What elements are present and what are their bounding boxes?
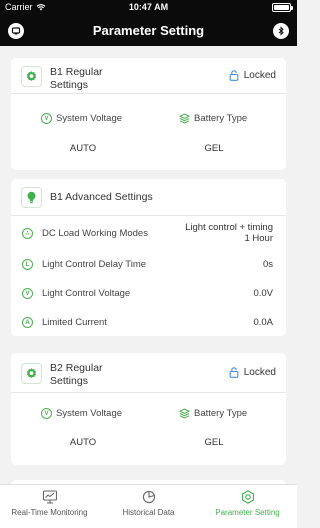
- row-label: Limited Current: [42, 317, 107, 328]
- row-value: 0s: [262, 259, 273, 270]
- gear-icon: [21, 66, 42, 87]
- setting-row[interactable]: ∴ DC Load Working Modes Light control + …: [11, 222, 286, 245]
- current-icon: A: [22, 317, 33, 328]
- battery-icon: [272, 3, 293, 12]
- header: Carrier 10:47 AM Parameter Setting: [0, 0, 297, 46]
- tab-real-time-monitoring[interactable]: Real-Time Monitoring: [0, 490, 99, 517]
- tab-parameter-setting[interactable]: Parameter Setting: [198, 490, 297, 517]
- voltage-icon: V: [41, 113, 52, 124]
- delay-icon: L: [22, 259, 33, 270]
- battery-type-value[interactable]: GEL: [154, 143, 274, 154]
- page-title: Parameter Setting: [92, 23, 205, 38]
- bulb-icon: [21, 187, 42, 208]
- tab-bar: Real-Time Monitoring Historical Data Par…: [0, 484, 297, 528]
- lock-status[interactable]: Locked: [229, 367, 276, 378]
- row-label: Light Control Voltage: [42, 288, 131, 299]
- settings-icon: [241, 490, 254, 504]
- tab-label: Real-Time Monitoring: [11, 508, 88, 517]
- battery-layers-icon: [179, 408, 190, 419]
- b2-regular-card: B2 Regular Settings Locked V System Volt…: [11, 353, 286, 465]
- row-label: Light Control Delay Time: [42, 259, 147, 270]
- bluetooth-icon[interactable]: [273, 23, 289, 39]
- b2-regular-header[interactable]: B2 Regular Settings Locked: [11, 353, 286, 393]
- battery-type-label: Battery Type: [179, 408, 247, 419]
- setting-row[interactable]: L Light Control Delay Time 0s: [11, 256, 286, 276]
- lock-label: Locked: [243, 367, 276, 378]
- lock-label: Locked: [243, 70, 276, 81]
- card-title: B1 Advanced Settings: [50, 191, 153, 203]
- clock: 10:47 AM: [128, 2, 169, 12]
- status-bar: Carrier 10:47 AM: [0, 0, 297, 14]
- tab-label: Historical Data: [122, 508, 175, 517]
- tab-label: Parameter Setting: [215, 508, 280, 517]
- battery-type-label: Battery Type: [179, 113, 247, 124]
- card-title: B2 Regular Settings: [50, 362, 103, 387]
- lock-icon: [229, 70, 239, 81]
- setting-row[interactable]: V Light Control Voltage 0.0V: [11, 285, 286, 305]
- system-voltage-label: V System Voltage: [41, 408, 122, 419]
- b1-regular-header[interactable]: B1 Regular Settings Locked: [11, 58, 286, 94]
- b1-advanced-header[interactable]: B1 Advanced Settings: [11, 179, 286, 216]
- row-value: Light control + timing 1 Hour: [185, 222, 273, 244]
- monitor-icon: [42, 490, 57, 504]
- battery-type-value[interactable]: GEL: [154, 437, 274, 448]
- battery-layers-icon: [179, 113, 190, 124]
- load-mode-icon: ∴: [22, 228, 33, 239]
- pie-chart-icon: [142, 490, 155, 504]
- lock-icon: [229, 367, 239, 378]
- row-value: 0.0A: [253, 317, 273, 328]
- settings-list[interactable]: B1 Regular Settings Locked V System Volt…: [0, 46, 297, 484]
- system-voltage-label: V System Voltage: [41, 113, 122, 124]
- tab-historical-data[interactable]: Historical Data: [99, 490, 198, 517]
- voltage-icon: V: [22, 288, 33, 299]
- voltage-icon: V: [41, 408, 52, 419]
- nav-bar: Parameter Setting: [0, 18, 297, 44]
- gear-icon: [21, 363, 42, 384]
- setting-row[interactable]: A Limited Current 0.0A: [11, 314, 286, 334]
- row-value: 0.0V: [253, 288, 273, 299]
- b1-advanced-card: B1 Advanced Settings ∴ DC Load Working M…: [11, 179, 286, 336]
- lock-status[interactable]: Locked: [229, 70, 276, 81]
- system-voltage-value[interactable]: AUTO: [23, 143, 143, 154]
- card-title: B1 Regular Settings: [50, 66, 103, 91]
- b1-regular-card: B1 Regular Settings Locked V System Volt…: [11, 58, 286, 170]
- row-label: DC Load Working Modes: [42, 228, 148, 239]
- system-voltage-value[interactable]: AUTO: [23, 437, 143, 448]
